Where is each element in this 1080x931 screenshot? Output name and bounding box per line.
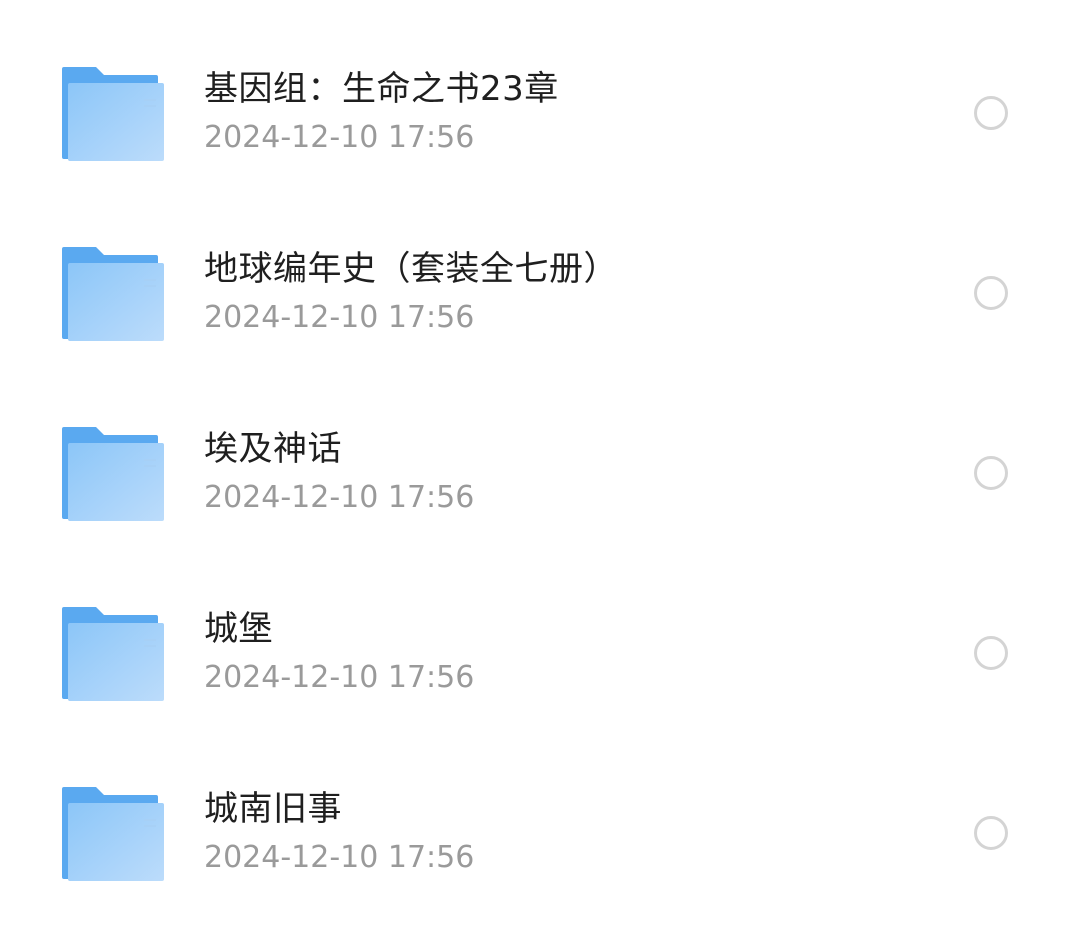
select-radio[interactable] [974, 96, 1008, 130]
row-text: 城堡 2024-12-10 17:56 [204, 607, 904, 697]
file-date: 2024-12-10 17:56 [204, 120, 475, 155]
file-list: 基因组：生命之书23章 2024-12-10 17:56 地球编年史（套装全七册 [0, 23, 1080, 923]
file-name: 埃及神话 [204, 429, 342, 469]
select-radio[interactable] [974, 636, 1008, 670]
folder-icon [62, 607, 164, 701]
list-item[interactable]: 埃及神话 2024-12-10 17:56 [0, 383, 1080, 563]
folder-icon [62, 787, 164, 881]
file-date: 2024-12-10 17:56 [204, 660, 475, 695]
row-text: 地球编年史（套装全七册） 2024-12-10 17:56 [204, 247, 904, 337]
row-text: 埃及神话 2024-12-10 17:56 [204, 427, 904, 517]
file-name: 城南旧事 [204, 789, 342, 829]
file-date: 2024-12-10 17:56 [204, 840, 475, 875]
file-date: 2024-12-10 17:56 [204, 300, 475, 335]
folder-icon [62, 427, 164, 521]
select-radio[interactable] [974, 816, 1008, 850]
list-item[interactable]: 城堡 2024-12-10 17:56 [0, 563, 1080, 743]
list-item[interactable]: 地球编年史（套装全七册） 2024-12-10 17:56 [0, 203, 1080, 383]
row-text: 城南旧事 2024-12-10 17:56 [204, 787, 904, 877]
select-radio[interactable] [974, 456, 1008, 490]
select-radio[interactable] [974, 276, 1008, 310]
folder-icon [62, 247, 164, 341]
file-name: 城堡 [204, 609, 273, 649]
file-date: 2024-12-10 17:56 [204, 480, 475, 515]
row-text: 基因组：生命之书23章 2024-12-10 17:56 [204, 67, 904, 157]
list-item[interactable]: 基因组：生命之书23章 2024-12-10 17:56 [0, 23, 1080, 203]
file-name: 地球编年史（套装全七册） [204, 249, 618, 289]
file-name: 基因组：生命之书23章 [204, 69, 559, 109]
list-item[interactable]: 城南旧事 2024-12-10 17:56 [0, 743, 1080, 923]
folder-icon [62, 67, 164, 161]
